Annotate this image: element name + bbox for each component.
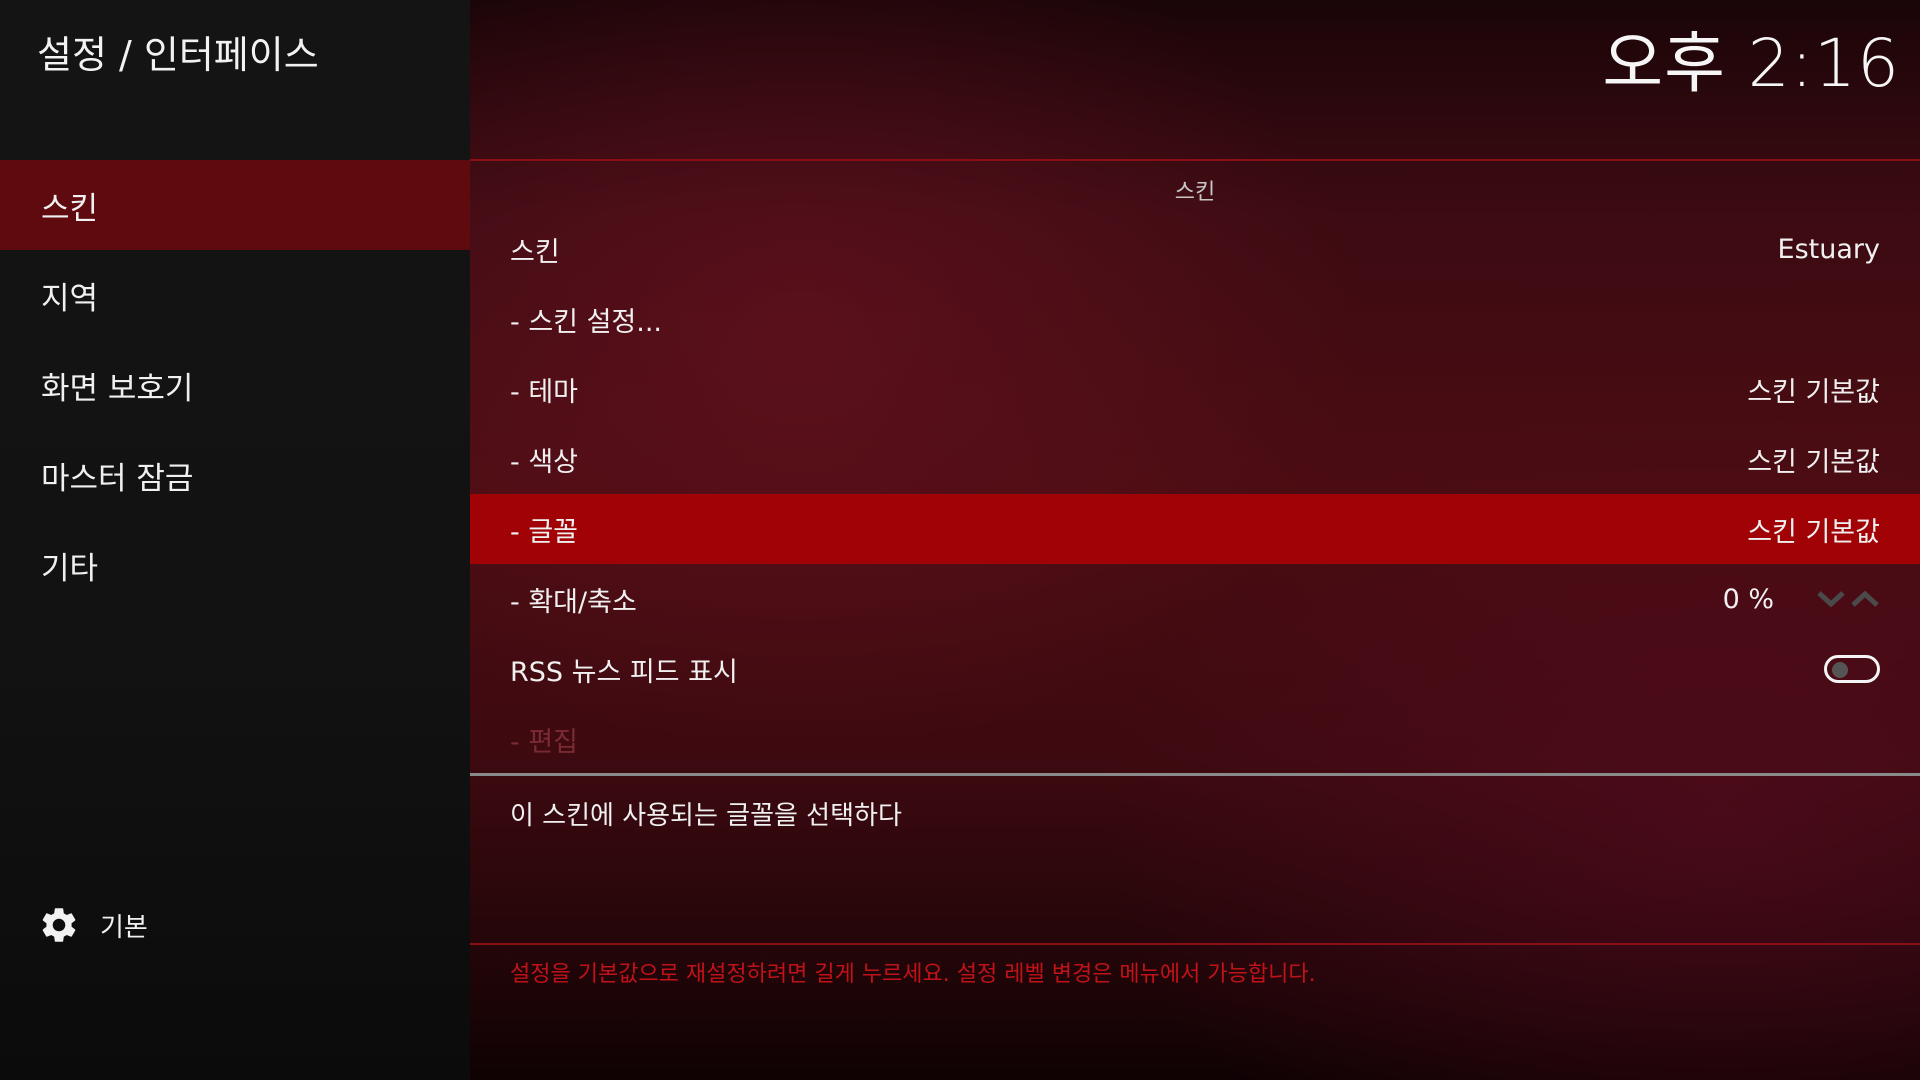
setting-row-colors[interactable]: - 색상 스킨 기본값 xyxy=(470,424,1920,494)
breadcrumb: 설정 / 인터페이스 xyxy=(37,33,319,77)
setting-label: - 편집 xyxy=(510,726,579,758)
setting-value: 0 % xyxy=(1722,583,1774,615)
sidebar-item-label: 기타 xyxy=(41,550,99,587)
setting-row-fonts[interactable]: - 글꼴 스킨 기본값 xyxy=(470,494,1920,564)
sidebar-item-region[interactable]: 지역 xyxy=(0,250,470,340)
setting-description: 이 스킨에 사용되는 글꼴을 선택하다 xyxy=(510,801,902,831)
setting-row-edit: - 편집 xyxy=(470,704,1920,774)
setting-value: 스킨 기본값 xyxy=(1747,446,1880,478)
divider xyxy=(470,943,1920,945)
zoom-spinner[interactable]: 0 % xyxy=(1723,584,1880,615)
setting-row-rss[interactable]: RSS 뉴스 피드 표시 xyxy=(470,634,1920,704)
divider xyxy=(470,159,1920,161)
divider xyxy=(470,773,1920,776)
hint-text: 설정을 기본값으로 재설정하려면 길게 누르세요. 설정 레벨 변경은 메뉴에서… xyxy=(510,962,1316,987)
sidebar-item-skin[interactable]: 스킨 xyxy=(0,160,470,250)
setting-label: - 확대/축소 xyxy=(510,586,637,618)
clock: 오후 2:16 xyxy=(1602,25,1900,102)
sidebar-item-screensaver[interactable]: 화면 보호기 xyxy=(0,340,470,430)
setting-value: 스킨 기본값 xyxy=(1747,516,1880,548)
rss-toggle[interactable] xyxy=(1824,655,1880,683)
setting-row-zoom[interactable]: - 확대/축소 0 % xyxy=(470,564,1920,634)
setting-label: - 색상 xyxy=(510,446,579,478)
sidebar-item-label: 지역 xyxy=(41,280,99,317)
setting-value: Estuary xyxy=(1777,233,1880,265)
chevron-up-icon[interactable] xyxy=(1850,589,1880,609)
setting-value: 스킨 기본값 xyxy=(1747,376,1880,408)
settings-level-label: 기본 xyxy=(100,912,148,943)
sidebar-item-label: 화면 보호기 xyxy=(41,370,194,407)
setting-label: - 테마 xyxy=(510,376,579,408)
setting-row-theme[interactable]: - 테마 스킨 기본값 xyxy=(470,354,1920,424)
toggle-knob xyxy=(1832,662,1848,678)
setting-row-skin[interactable]: 스킨 Estuary xyxy=(470,214,1920,284)
sidebar-item-label: 스킨 xyxy=(41,190,99,227)
sidebar-item-label: 마스터 잠금 xyxy=(41,460,194,497)
section-title: 스킨 xyxy=(1174,180,1216,205)
settings-panel: 오후 2:16 스킨 스킨 Estuary - 스킨 설정... - 테마 스킨… xyxy=(470,0,1920,1080)
sidebar-item-misc[interactable]: 기타 xyxy=(0,520,470,610)
settings-level-button[interactable]: 기본 xyxy=(38,900,148,950)
chevron-down-icon[interactable] xyxy=(1816,589,1846,609)
sidebar-item-master-lock[interactable]: 마스터 잠금 xyxy=(0,430,470,520)
setting-label: - 스킨 설정... xyxy=(510,306,663,338)
setting-label: RSS 뉴스 피드 표시 xyxy=(510,656,738,688)
sidebar: 설정 / 인터페이스 스킨 지역 화면 보호기 마스터 잠금 기타 기본 xyxy=(0,0,470,1080)
setting-label: 스킨 xyxy=(510,236,560,268)
gear-icon xyxy=(38,904,80,946)
setting-row-skin-settings[interactable]: - 스킨 설정... xyxy=(470,284,1920,354)
setting-label: - 글꼴 xyxy=(510,516,579,548)
